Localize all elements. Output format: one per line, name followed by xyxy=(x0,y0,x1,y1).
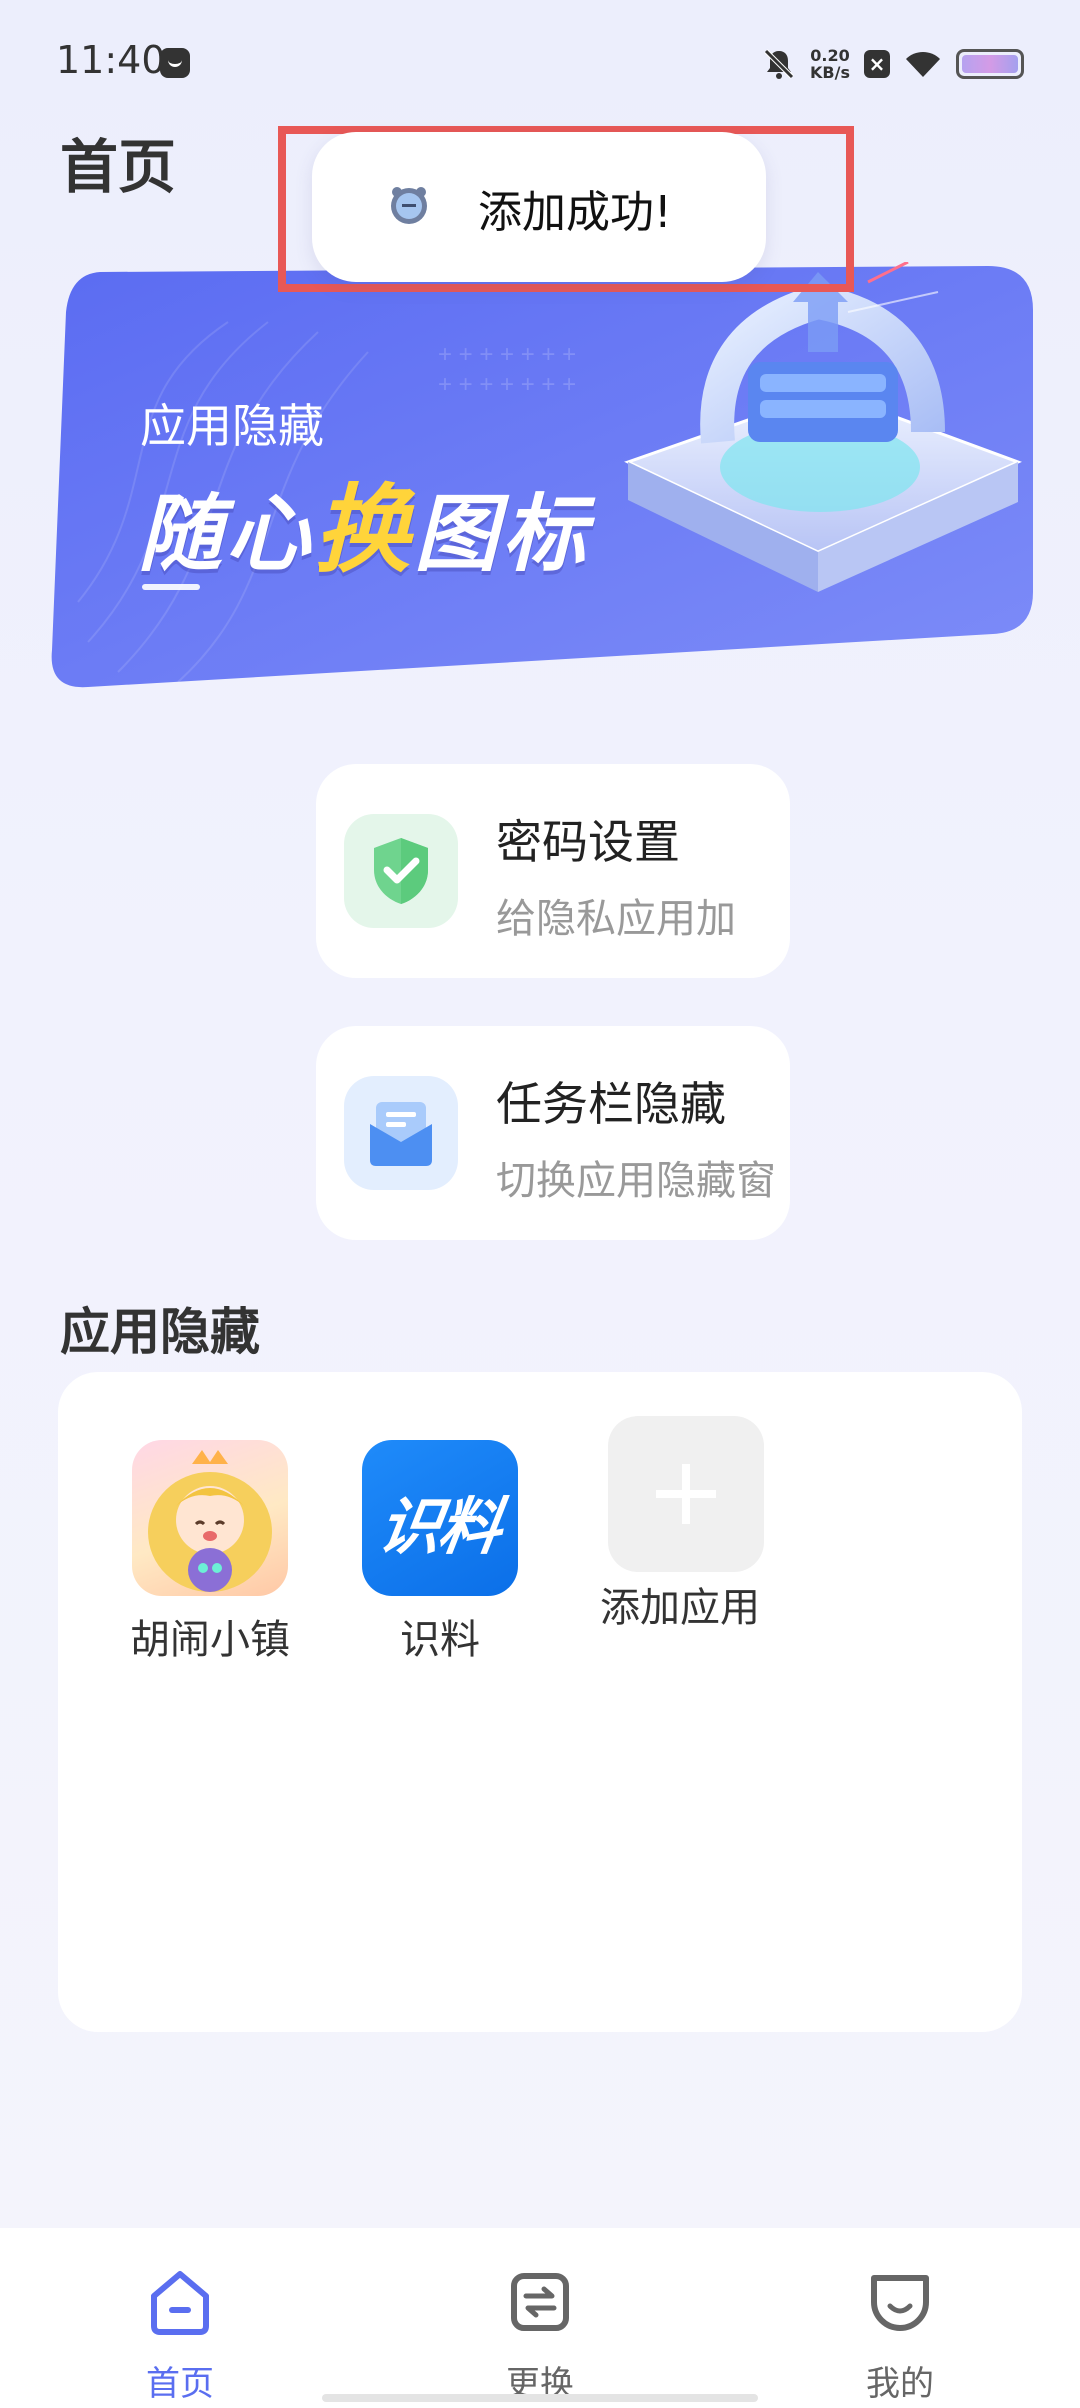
net-speed: 0.20 KB/s xyxy=(810,47,850,81)
card-subtitle: 给隐私应用加 xyxy=(496,896,736,942)
hidden-apps-panel: 胡闹小镇 识料 识料 添加应用 xyxy=(58,1372,1022,2032)
swap-icon xyxy=(511,2273,569,2331)
envelope-icon-wrap xyxy=(344,1076,458,1190)
card-subtitle: 切换应用隐藏窗 xyxy=(496,1158,776,1204)
net-speed-unit: KB/s xyxy=(810,63,850,82)
battery-icon xyxy=(956,49,1024,79)
banner-title: 随心换图标 xyxy=(138,452,590,591)
taskbar-hide-card[interactable]: 任务栏隐藏 切换应用隐藏窗 xyxy=(316,1026,790,1240)
net-speed-value: 0.20 xyxy=(810,46,850,65)
shield-check-icon-wrap xyxy=(344,814,458,928)
banner-divider xyxy=(142,584,200,590)
card-title: 任务栏隐藏 xyxy=(496,1077,726,1131)
banner-title-highlight: 换 xyxy=(314,474,415,586)
svg-text:+ + + + + + +: + + + + + + + xyxy=(438,341,576,368)
bell-mute-icon xyxy=(764,49,794,79)
banner-subtitle: 应用隐藏 xyxy=(140,399,324,453)
svg-text:+ + + + + + +: + + + + + + + xyxy=(438,371,576,398)
game-character-icon xyxy=(132,1440,288,1596)
add-app-button[interactable]: 添加应用 xyxy=(598,1416,768,1634)
toast-text: 添加成功! xyxy=(478,187,672,238)
hidden-app-item[interactable]: 胡闹小镇 xyxy=(130,1440,290,1666)
envelope-icon xyxy=(370,1102,432,1166)
card-title: 密码设置 xyxy=(496,815,680,869)
notification-app-icon xyxy=(160,48,190,78)
shiliao-icon-text: 识料 xyxy=(374,1490,505,1563)
shiliao-app-icon: 识料 xyxy=(362,1440,518,1596)
status-time: 11:40 xyxy=(56,38,166,82)
banner-title-part1: 随心 xyxy=(138,485,315,583)
shield-check-icon xyxy=(374,838,428,904)
banner-title-part2: 图标 xyxy=(414,485,591,583)
close-box-icon: × xyxy=(864,50,890,78)
app-logo-icon xyxy=(391,187,427,224)
nav-tab-change[interactable]: 更换 xyxy=(460,2266,620,2405)
hidden-app-item[interactable]: 识料 识料 xyxy=(360,1440,520,1666)
wifi-icon xyxy=(906,51,940,77)
promo-banner[interactable]: + + + + + + + + + + + + + + 应用隐藏 随心换图标 xyxy=(48,262,1033,692)
password-settings-card[interactable]: 密码设置 给隐私应用加 xyxy=(316,764,790,978)
profile-icon xyxy=(871,2275,929,2331)
page-title: 首页 xyxy=(60,133,177,201)
app-label: 识料 xyxy=(400,1617,480,1663)
nav-tab-home[interactable]: 首页 xyxy=(100,2266,260,2405)
home-icon xyxy=(151,2271,209,2335)
bottom-nav: 首页 更换 我的 xyxy=(0,2228,1080,2408)
nav-label: 我的 xyxy=(866,2364,934,2404)
status-icons: 0.20 KB/s × xyxy=(762,44,1024,84)
section-title: 应用隐藏 xyxy=(60,1303,260,1361)
nav-label: 首页 xyxy=(146,2364,214,2404)
add-app-label: 添加应用 xyxy=(600,1585,760,1631)
plus-icon xyxy=(608,1416,764,1572)
toast-message: 添加成功! xyxy=(312,132,766,282)
nav-tab-mine[interactable]: 我的 xyxy=(820,2266,980,2405)
status-bar: 11:40 0.20 KB/s × xyxy=(0,0,1080,120)
app-label: 胡闹小镇 xyxy=(130,1617,290,1663)
home-indicator xyxy=(322,2394,758,2402)
